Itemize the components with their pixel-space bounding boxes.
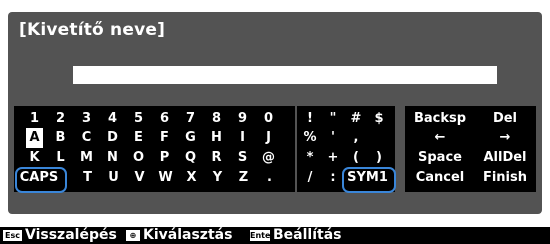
key-y[interactable]: Y (209, 168, 226, 188)
key-s[interactable]: S (234, 148, 251, 168)
enter-button-icon: Enter (250, 230, 275, 241)
key-b[interactable]: B (52, 128, 69, 148)
key-r1c1[interactable]: ' (323, 128, 343, 148)
key-z[interactable]: Z (235, 168, 252, 188)
key-r1c1[interactable]: → (476, 128, 534, 148)
key-r2c9[interactable]: @ (260, 148, 277, 168)
sym1-key-highlight (342, 167, 396, 193)
key-r2c3[interactable]: ) (369, 148, 389, 168)
key-f[interactable]: F (156, 128, 173, 148)
caps-key-highlight (15, 167, 67, 193)
key-7[interactable]: 7 (182, 109, 199, 129)
esc-button-icon: Esc (3, 230, 22, 241)
key-t[interactable]: T (79, 168, 96, 188)
key-u[interactable]: U (105, 168, 122, 188)
key-r1c3[interactable] (369, 128, 389, 148)
key-0[interactable]: 0 (260, 109, 277, 129)
key-1[interactable]: 1 (26, 109, 43, 129)
key-x[interactable]: X (183, 168, 200, 188)
key-r2c1[interactable]: + (323, 148, 343, 168)
select-hint: Kiválasztás (143, 227, 233, 243)
key-r[interactable]: R (208, 148, 225, 168)
key-v[interactable]: V (131, 168, 148, 188)
key-r1c2[interactable]: , (346, 128, 366, 148)
key-j[interactable]: J (260, 128, 277, 148)
key-n[interactable]: N (104, 148, 121, 168)
key-del[interactable]: Del (476, 109, 534, 129)
dialog-title: [Kivetítő neve] (19, 20, 166, 40)
key-4[interactable]: 4 (104, 109, 121, 129)
name-input-field[interactable] (73, 66, 497, 84)
key-r2c2[interactable]: ( (346, 148, 366, 168)
key-q[interactable]: Q (182, 148, 199, 168)
key-r3c8[interactable]: . (261, 168, 278, 188)
key-r1c0[interactable]: % (300, 128, 320, 148)
key-l[interactable]: L (52, 148, 69, 168)
key-d[interactable]: D (104, 128, 121, 148)
key-finish[interactable]: Finish (476, 168, 534, 188)
key-w[interactable]: W (157, 168, 174, 188)
key-3[interactable]: 3 (78, 109, 95, 129)
key-i[interactable]: I (234, 128, 251, 148)
key-2[interactable]: 2 (52, 109, 69, 129)
key-9[interactable]: 9 (234, 109, 251, 129)
key-r0c2[interactable]: # (346, 109, 366, 129)
key-alldel[interactable]: AllDel (476, 148, 534, 168)
key-8[interactable]: 8 (208, 109, 225, 129)
key-o[interactable]: O (130, 148, 147, 168)
key-c[interactable]: C (78, 128, 95, 148)
key-6[interactable]: 6 (156, 109, 173, 129)
key-5[interactable]: 5 (130, 109, 147, 129)
key-h[interactable]: H (208, 128, 225, 148)
key-space[interactable]: Space (409, 148, 471, 168)
key-r0c3[interactable]: $ (369, 109, 389, 129)
key-r1c0[interactable]: ← (409, 128, 471, 148)
key-p[interactable]: P (156, 148, 173, 168)
key-backsp[interactable]: Backsp (409, 109, 471, 129)
key-a[interactable]: A (26, 128, 43, 148)
confirm-hint: Beállítás (273, 227, 342, 243)
back-hint: Visszalépés (25, 227, 117, 243)
key-k[interactable]: K (26, 148, 43, 168)
key-e[interactable]: E (130, 128, 147, 148)
arrow-pad-icon: ⊕ (126, 230, 140, 241)
key-r3c1[interactable]: : (323, 168, 343, 188)
key-r0c1[interactable]: " (323, 109, 343, 129)
key-g[interactable]: G (182, 128, 199, 148)
key-m[interactable]: M (78, 148, 95, 168)
key-r3c0[interactable]: / (300, 168, 320, 188)
key-r2c0[interactable]: * (300, 148, 320, 168)
key-cancel[interactable]: Cancel (409, 168, 471, 188)
key-r0c0[interactable]: ! (300, 109, 320, 129)
